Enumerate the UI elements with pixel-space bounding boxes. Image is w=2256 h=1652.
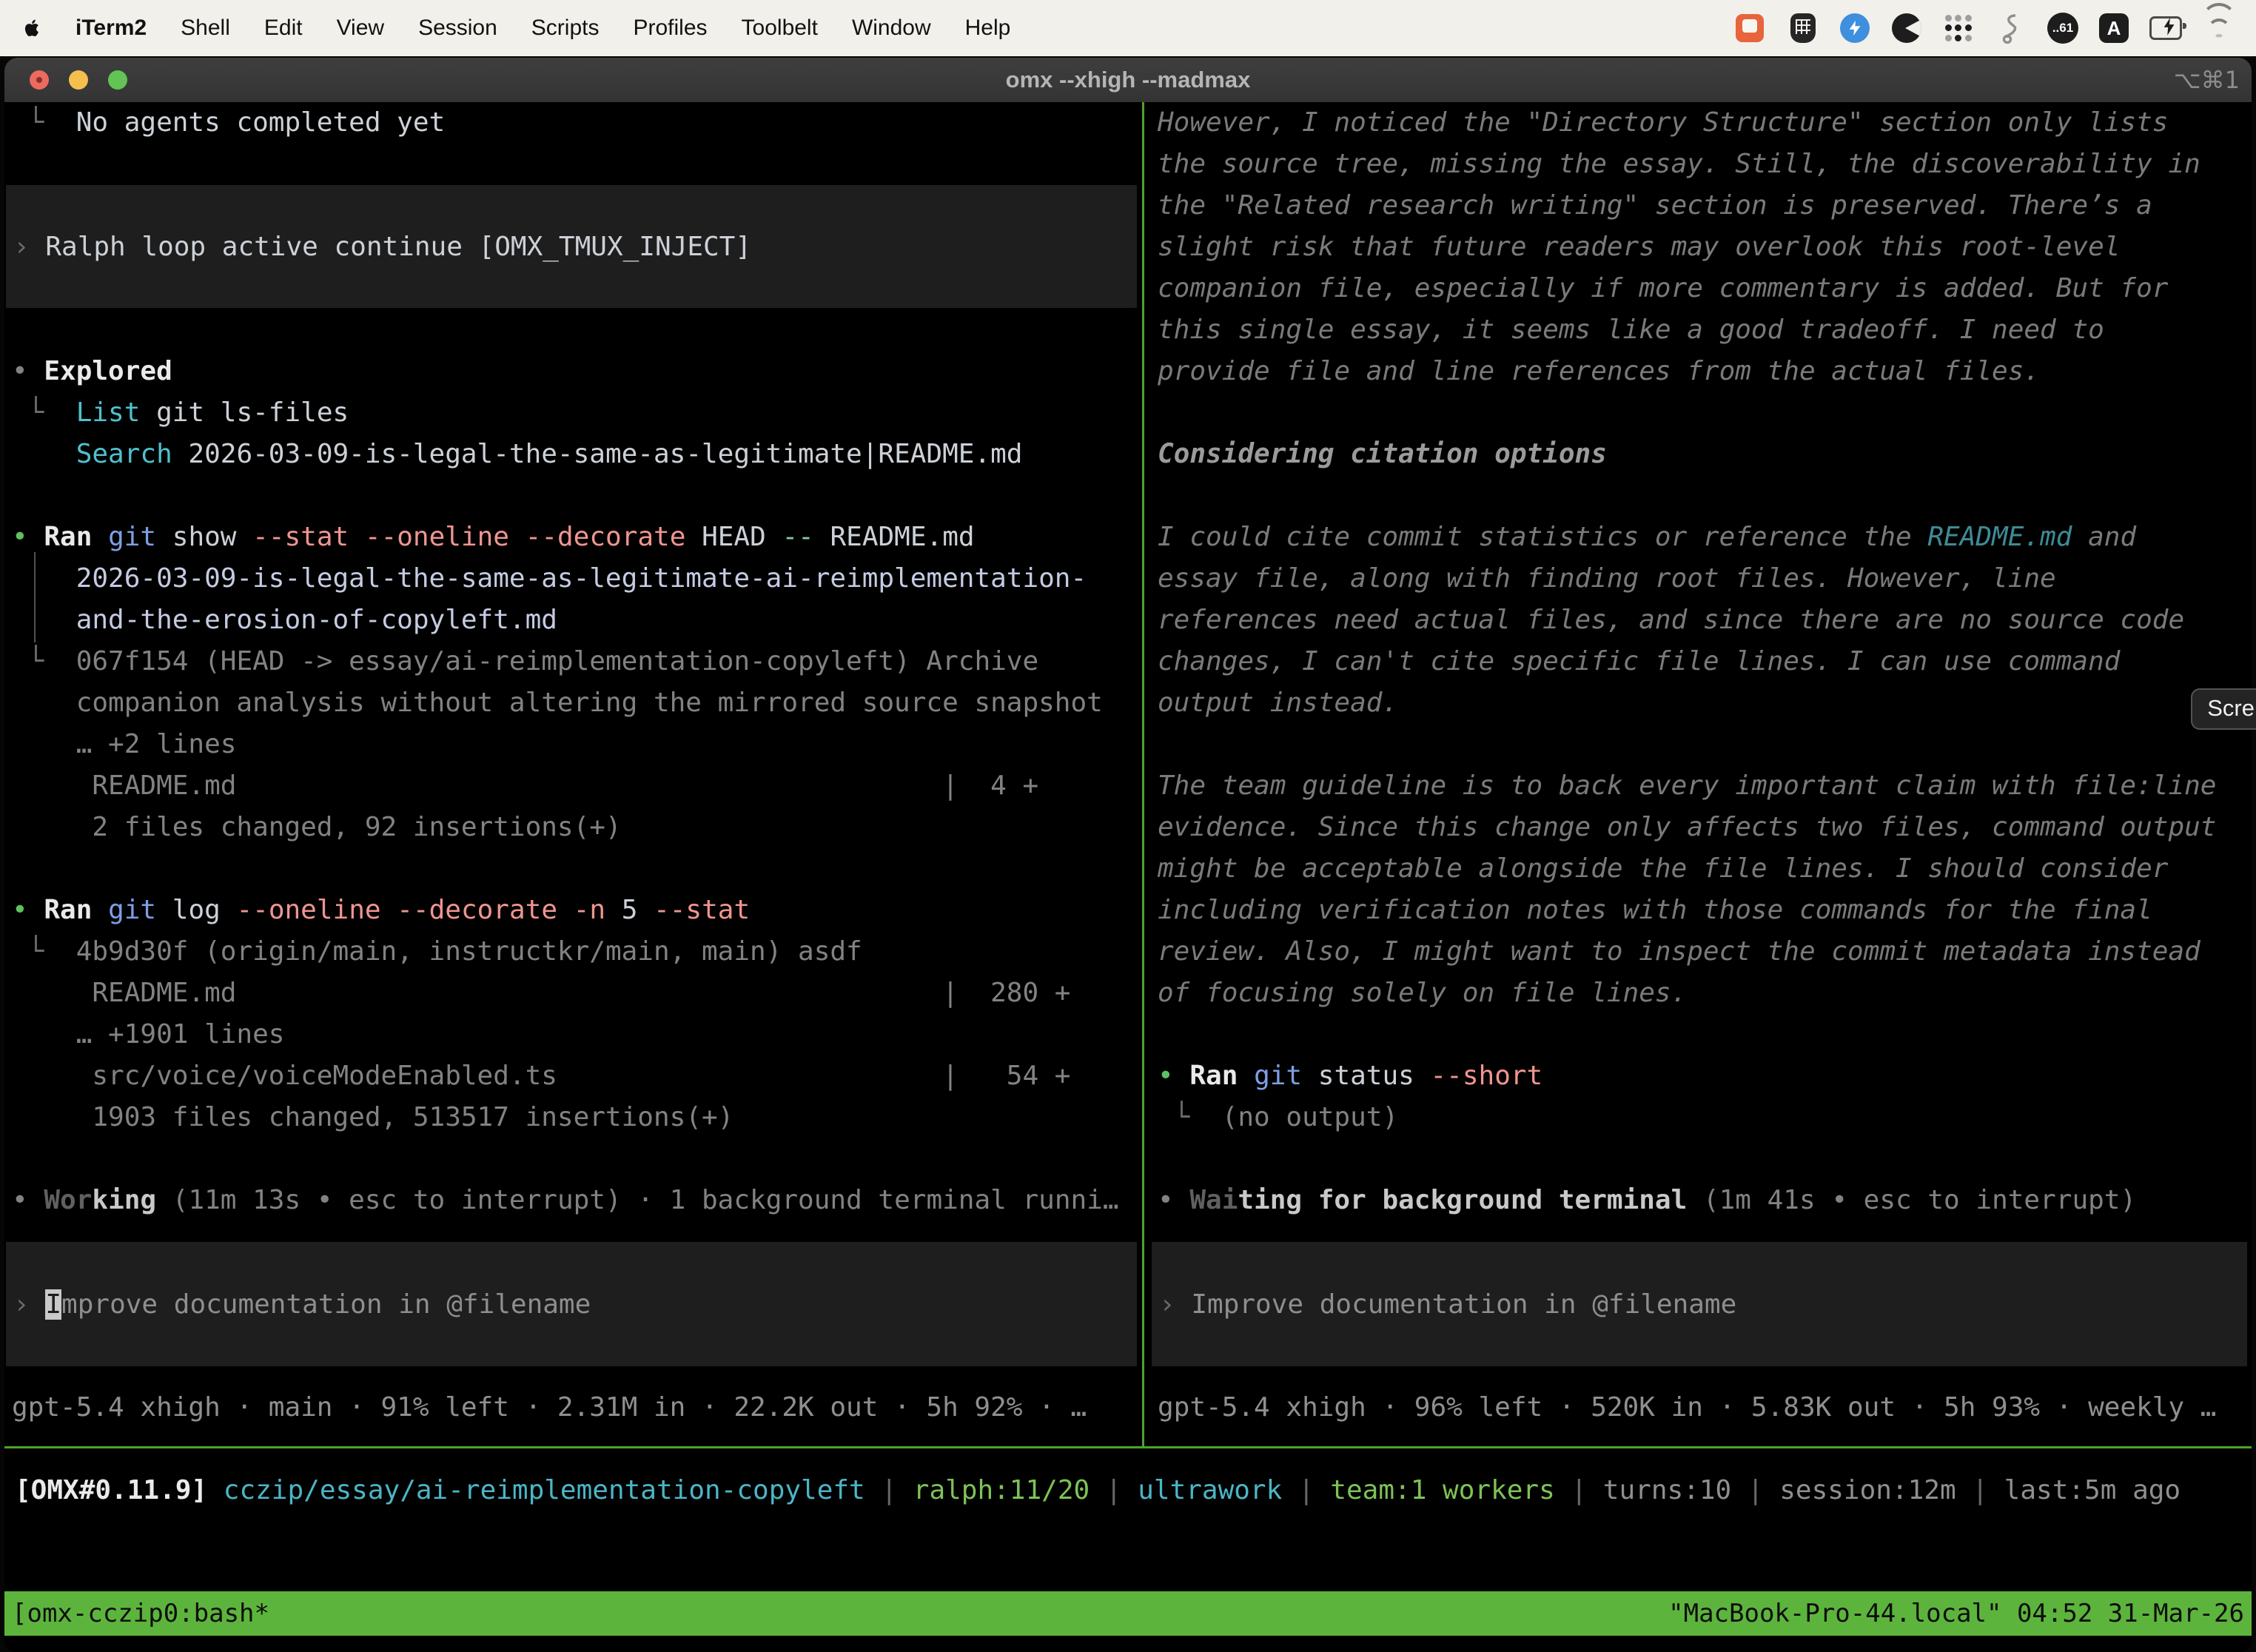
battery-icon[interactable] <box>2149 12 2182 44</box>
git-log-command: • Ran git log --oneline --decorate -n 5 … <box>12 890 1138 931</box>
menu-window[interactable]: Window <box>852 16 931 40</box>
reasoning-line: of focusing solely on file lines. <box>1158 973 2249 1014</box>
speedtest-icon[interactable] <box>1840 13 1870 43</box>
squiggle-icon[interactable] <box>1994 12 2027 44</box>
reasoning-line: including verification notes with those … <box>1158 890 2249 931</box>
menu-toolbelt[interactable]: Toolbelt <box>742 16 818 40</box>
prompt-input[interactable]: › Improve documentation in @filename <box>6 1242 1137 1366</box>
reasoning-line: The team guideline is to back every impo… <box>1158 765 2249 807</box>
agents-note-line: └ No agents completed yet <box>12 102 1138 144</box>
menu-edit[interactable]: Edit <box>264 16 303 40</box>
input-source-icon[interactable]: A <box>2099 13 2129 43</box>
reasoning-line: changes, I can't cite specific file line… <box>1158 641 2249 682</box>
menu-items: iTerm2 Shell Edit View Session Scripts Profile… <box>75 16 1044 41</box>
reasoning-line: review. Also, I might want to inspect th… <box>1158 931 2249 973</box>
screen-edge-tooltip[interactable]: Scre <box>2191 688 2256 730</box>
apps-grid-icon[interactable] <box>1944 13 1973 43</box>
git-show-file-line: 2026-03-09-is-legal-the-same-as-legitima… <box>12 558 1138 600</box>
git-show-command: • Ran git show --stat --oneline --decora… <box>12 517 1138 558</box>
git-log-stat-line: README.md | 280 + <box>12 973 1138 1014</box>
zoom-button[interactable] <box>108 70 127 90</box>
menu-profiles[interactable]: Profiles <box>633 16 707 40</box>
git-log-stat-line2: src/voice/voiceModeEnabled.ts | 54 + <box>12 1055 1138 1097</box>
reasoning-heading: Considering citation options <box>1158 434 2249 475</box>
reasoning-line: essay file, along with finding root file… <box>1158 558 2249 600</box>
model-status-line: gpt-5.4 xhigh · main · 91% left · 2.31M … <box>12 1387 1138 1428</box>
git-show-file-line2: and-the-erosion-of-copyleft.md <box>12 600 1138 641</box>
battery-percent-badge[interactable]: ..61 <box>2047 13 2078 44</box>
window-shortcut: ⌥⌘1 <box>2174 58 2240 102</box>
menu-bar: iTerm2 Shell Edit View Session Scripts Profile… <box>0 0 2256 56</box>
omx-turns: turns:10 <box>1603 1475 1731 1505</box>
shield-grid-icon[interactable] <box>1787 12 1819 44</box>
tmux-status-bar: [omx-cczip0:bash* "MacBook-Pro-44.local"… <box>4 1591 2252 1636</box>
pane-separator-line <box>4 1446 2252 1448</box>
iterm2-window: omx --xhigh --madmax ⌥⌘1 └ No agents com… <box>4 58 2252 1652</box>
working-status-line: • Working (11m 13s • esc to interrupt) ·… <box>12 1180 1138 1221</box>
omx-status-bar: [OMX#0.11.9] cczip/essay/ai-reimplementa… <box>15 1470 2249 1511</box>
reasoning-line: However, I noticed the "Directory Struct… <box>1158 102 2249 144</box>
left-terminal-pane[interactable]: └ No agents completed yet › Ralph loop a… <box>4 102 1141 1446</box>
omx-last: last:5m ago <box>2004 1475 2181 1505</box>
omx-mode: ultrawork <box>1138 1475 1282 1505</box>
pane-divider[interactable] <box>1142 102 1144 1446</box>
window-title: omx --xhigh --madmax <box>4 58 2252 102</box>
reasoning-line: the "Related research writing" section i… <box>1158 185 2249 226</box>
apple-menu-icon[interactable] <box>21 15 43 41</box>
omx-team: team:1 workers <box>1330 1475 1554 1505</box>
git-log-summary-line: 1903 files changed, 513517 insertions(+) <box>12 1097 1138 1138</box>
prompt-input-text: › Improve documentation in @filename <box>1159 1289 1736 1320</box>
menu-status-icons: ..61 A <box>1733 12 2235 44</box>
recording-indicator-icon[interactable] <box>1733 12 1766 44</box>
reasoning-line: might be acceptable alongside the file l… <box>1158 848 2249 890</box>
title-bar: omx --xhigh --madmax ⌥⌘1 <box>4 58 2252 102</box>
reasoning-line: output instead. <box>1158 682 2249 724</box>
git-log-commit-line: └ 4b9d30f (origin/main, instructkr/main,… <box>12 931 1138 973</box>
menu-help[interactable]: Help <box>965 16 1011 40</box>
explored-search-line: Search 2026-03-09-is-legal-the-same-as-l… <box>12 434 1138 475</box>
right-terminal-pane[interactable]: However, I noticed the "Directory Struct… <box>1150 102 2252 1446</box>
inject-banner-text: › Ralph loop active continue [OMX_TMUX_I… <box>13 232 751 262</box>
minimize-button[interactable] <box>69 70 88 90</box>
reasoning-line: provide file and line references from th… <box>1158 351 2249 392</box>
git-show-more-line: … +2 lines <box>12 724 1138 765</box>
menu-session[interactable]: Session <box>418 16 497 40</box>
git-show-stat-line: README.md | 4 + <box>12 765 1138 807</box>
reasoning-line: I could cite commit statistics or refere… <box>1158 517 2249 558</box>
omx-session: session:12m <box>1779 1475 1955 1505</box>
omx-version: [OMX#0.11.9] <box>15 1475 207 1505</box>
terminal-panes: └ No agents completed yet › Ralph loop a… <box>4 102 2252 1446</box>
kaleidoscope-icon[interactable] <box>1890 12 1923 44</box>
menu-view[interactable]: View <box>337 16 384 40</box>
tmux-host-clock: "MacBook-Pro-44.local" 04:52 31-Mar-26 <box>1668 1599 2244 1628</box>
model-status-line: gpt-5.4 xhigh · 96% left · 520K in · 5.8… <box>1158 1387 2249 1428</box>
menu-scripts[interactable]: Scripts <box>531 16 600 40</box>
inject-banner: › Ralph loop active continue [OMX_TMUX_I… <box>6 185 1137 308</box>
git-status-command: • Ran git status --short <box>1158 1055 2249 1097</box>
git-show-commit-line2: companion analysis without altering the … <box>12 682 1138 724</box>
omx-branch: cczip/essay/ai-reimplementation-copyleft <box>224 1475 865 1505</box>
git-log-more-line: … +1901 lines <box>12 1014 1138 1055</box>
close-button[interactable] <box>30 70 49 90</box>
reasoning-line: the source tree, missing the essay. Stil… <box>1158 144 2249 185</box>
reasoning-line: references need actual files, and since … <box>1158 600 2249 641</box>
no-output-line: └ (no output) <box>1158 1097 2249 1138</box>
prompt-input[interactable]: › Improve documentation in @filename <box>1152 1242 2247 1366</box>
reasoning-line: this single essay, it seems like a good … <box>1158 309 2249 351</box>
git-show-summary-line: 2 files changed, 92 insertions(+) <box>12 807 1138 848</box>
reasoning-line: slight risk that future readers may over… <box>1158 226 2249 268</box>
menu-iterm2[interactable]: iTerm2 <box>75 16 147 40</box>
explored-list-line: └ List git ls-files <box>12 392 1138 434</box>
git-show-commit-line: └ 067f154 (HEAD -> essay/ai-reimplementa… <box>12 641 1138 682</box>
reasoning-line: companion file, especially if more comme… <box>1158 268 2249 309</box>
omx-ralph-count: ralph:11/20 <box>913 1475 1090 1505</box>
reasoning-line: evidence. Since this change only affects… <box>1158 807 2249 848</box>
explored-header: • Explored <box>12 351 1138 392</box>
wifi-icon[interactable] <box>2203 15 2235 41</box>
tmux-session-label[interactable]: [omx-cczip0:bash* <box>12 1599 269 1628</box>
menu-shell[interactable]: Shell <box>181 16 230 40</box>
waiting-status-line: • Waiting for background terminal (1m 41… <box>1158 1180 2249 1221</box>
prompt-input-text: › Improve documentation in @filename <box>13 1289 591 1320</box>
